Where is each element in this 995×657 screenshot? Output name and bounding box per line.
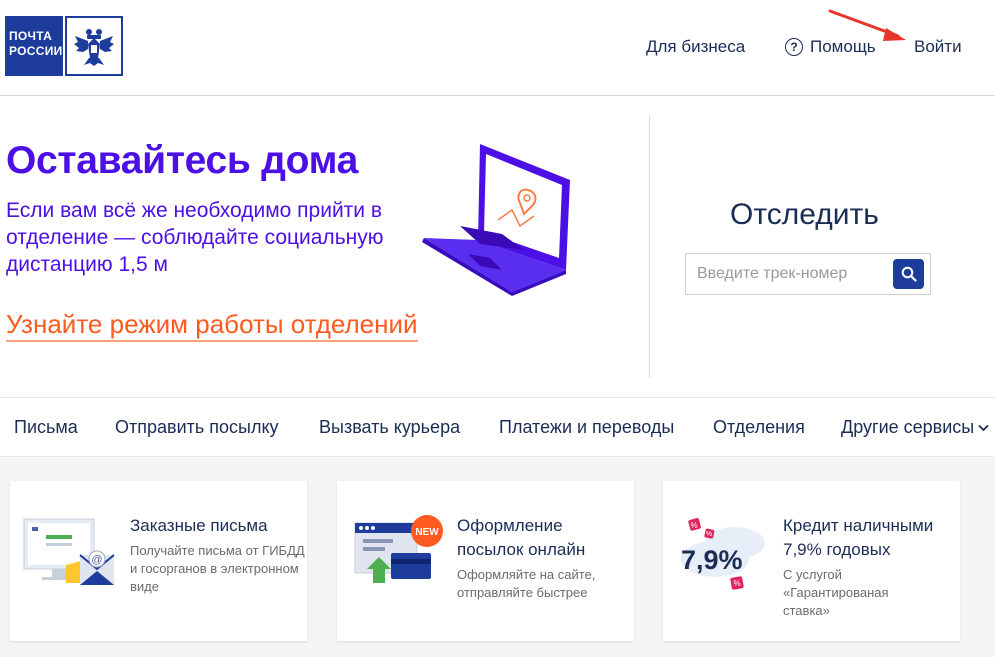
eagle-emblem-icon [65,16,123,76]
russian-post-logo[interactable]: ПОЧТА РОССИИ [5,16,123,76]
svg-text:7,9%: 7,9% [681,545,743,575]
svg-text:%: % [733,579,740,588]
tracking-number-input[interactable] [686,254,886,294]
card-online-parcels[interactable]: NEW Оформление посылок онлайн Оформляйте… [337,481,634,641]
logo-wordmark: ПОЧТА РОССИИ [5,16,63,76]
services-cards-area: @ Заказные письма Получайте письма от ГИ… [0,458,995,657]
nav-business-link[interactable]: Для бизнеса [646,37,745,57]
card-rate-text: 7,9% годовых [783,540,891,559]
main-menu: Письма Отправить посылку Вызвать курьера… [0,397,995,457]
menu-item-offices[interactable]: Отделения [713,417,805,438]
menu-item-letters[interactable]: Письма [14,417,78,438]
tracking-title: Отследить [730,198,879,231]
card-subtitle: Оформляйте на сайте, отправляйте быстрее [457,567,596,600]
svg-text:@: @ [91,554,102,566]
card-title: Кредит наличными [783,516,934,535]
laptop-map-icon [422,144,570,296]
menu-item-payments[interactable]: Платежи и переводы [499,417,674,438]
search-icon [901,266,917,282]
hero-text: Если вам всё же необходимо прийти в отде… [6,199,384,276]
svg-text:%: % [690,521,697,530]
svg-text:%: % [706,531,712,538]
svg-text:NEW: NEW [415,527,439,538]
help-icon: ? [785,38,803,56]
tracking-search-button[interactable] [893,259,924,289]
office-hours-link[interactable]: Узнайте режим работы отделений [6,309,418,342]
menu-item-courier[interactable]: Вызвать курьера [319,417,460,438]
red-arrow-icon [828,9,906,41]
card-title: Заказные письма [130,516,268,535]
registered-mail-icon: @ [23,518,115,585]
card-subtitle: Получайте письма от ГИБДД и госорганов в… [130,543,305,594]
hero-title: Оставайтесь дома [6,139,359,182]
login-link[interactable]: Войти [914,37,962,57]
tracking-search-box [685,253,931,295]
card-title: Оформление посылок онлайн [457,516,586,559]
vertical-divider [649,116,650,378]
site-header: ПОЧТА РОССИИ Для бизнеса ? Помощь Войти [0,0,995,96]
card-subtitle: С услугой «Гарантированая ставка» [783,567,889,618]
card-registered-letters[interactable]: @ Заказные письма Получайте письма от ГИ… [10,481,307,641]
menu-item-send-parcel[interactable]: Отправить посылку [115,417,279,438]
card-cash-credit[interactable]: % % % 7,9% Кредит наличными 7,9% годовых… [663,481,960,641]
online-parcel-icon: NEW [354,515,443,583]
chevron-down-icon [978,425,989,432]
credit-rate-icon: % % % 7,9% [681,518,765,590]
menu-item-other-services[interactable]: Другие сервисы [841,417,989,438]
